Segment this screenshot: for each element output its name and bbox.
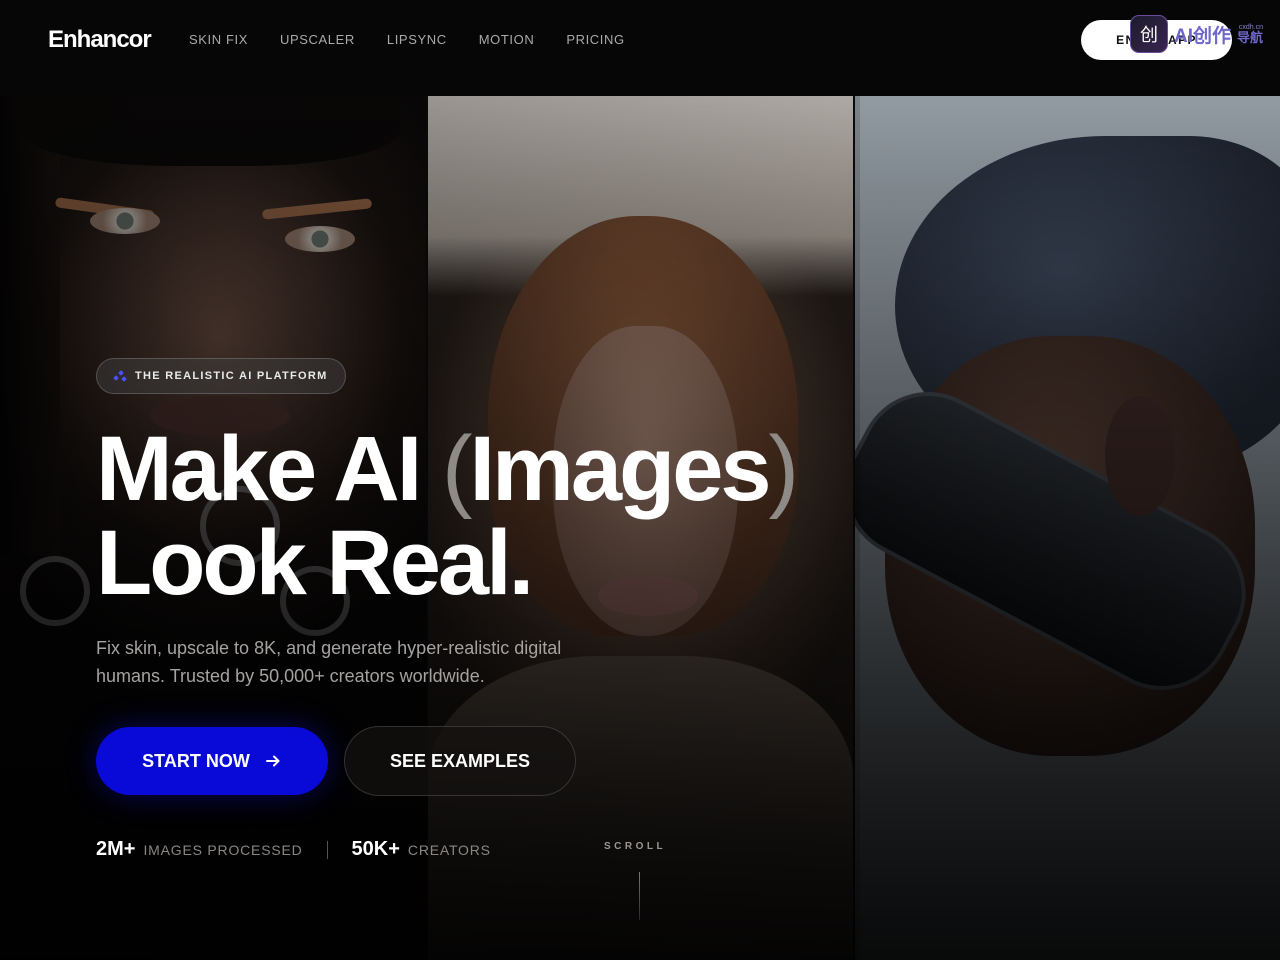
headline-text-2: Look Real.	[96, 512, 534, 614]
nav-links: SKIN FIX UPSCALER LIPSYNC MOTION PRICING	[189, 32, 625, 47]
logo[interactable]: Enhancor	[48, 26, 152, 54]
headline-paren-open: (	[441, 418, 473, 520]
nav-link-lipsync[interactable]: LIPSYNC	[387, 32, 447, 47]
stat-creators-value: 50K+	[351, 838, 400, 860]
top-nav: Enhancor SKIN FIX UPSCALER LIPSYNC MOTIO…	[0, 0, 1280, 96]
watermark-logo-icon: 创	[1130, 15, 1168, 53]
arrow-right-icon	[265, 755, 280, 767]
sparkle-icon	[113, 369, 127, 383]
platform-badge-label: THE REALISTIC AI PLATFORM	[135, 370, 328, 382]
stat-images-label: IMAGES PROCESSED	[143, 841, 303, 858]
start-now-label: START NOW	[142, 750, 250, 771]
headline-text-1: Make AI	[96, 418, 442, 520]
see-examples-button[interactable]: SEE EXAMPLES	[344, 726, 576, 796]
nav-link-skin-fix[interactable]: SKIN FIX	[189, 32, 248, 47]
scroll-indicator-line	[639, 872, 640, 920]
headline-emphasis: Images	[469, 418, 771, 520]
stat-creators-label: CREATORS	[407, 841, 491, 858]
stat-images-value: 2M+	[96, 838, 136, 860]
scroll-indicator-label[interactable]: SCROLL	[604, 841, 666, 852]
nav-link-motion[interactable]: MOTION	[479, 32, 535, 47]
watermark-sub: 导航	[1237, 30, 1264, 45]
stats-row: 2M+ IMAGES PROCESSED 50K+ CREATORS	[96, 838, 491, 861]
hero-headline: Make AI (Images) Look Real.	[96, 422, 799, 610]
watermark: 创 AI创作 cxdh.cn 导航	[1130, 14, 1263, 54]
stat-divider	[326, 840, 328, 859]
start-now-button[interactable]: START NOW	[96, 727, 328, 795]
nav-link-pricing[interactable]: PRICING	[566, 32, 624, 47]
nav-link-upscaler[interactable]: UPSCALER	[280, 32, 355, 47]
platform-badge: THE REALISTIC AI PLATFORM	[96, 358, 346, 394]
headline-paren-close: )	[768, 418, 800, 520]
watermark-text: AI创作	[1174, 25, 1232, 47]
hero-subtitle: Fix skin, upscale to 8K, and generate hy…	[96, 638, 562, 686]
